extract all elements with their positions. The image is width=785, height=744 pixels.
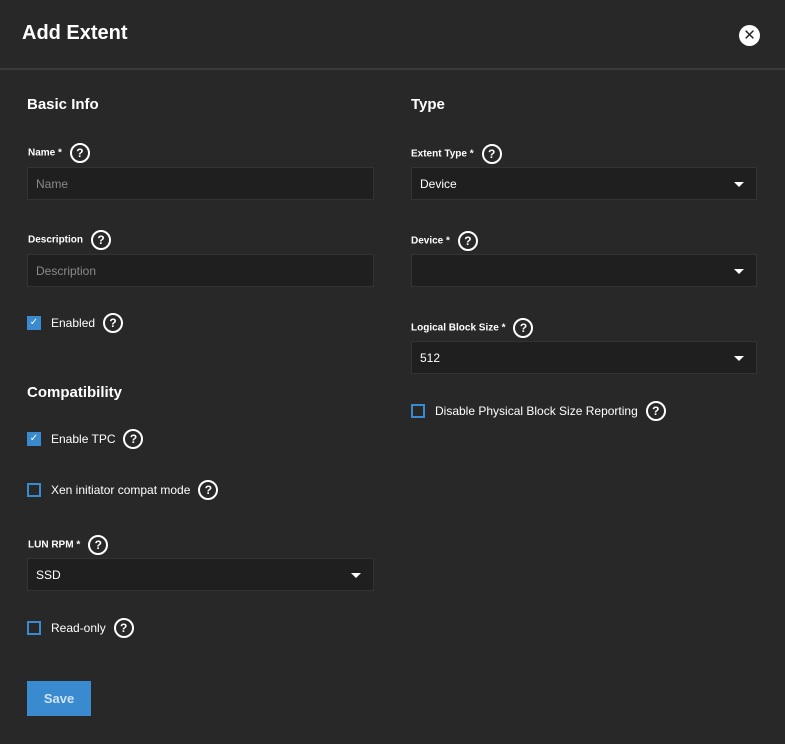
caret-down-icon: [734, 356, 744, 361]
logical-block-size-select[interactable]: 512: [411, 341, 757, 374]
enable-tpc-label: Enable TPC: [51, 432, 116, 446]
logical-block-size-label-row: Logical Block Size *?: [411, 318, 534, 338]
extent-type-select[interactable]: Device: [411, 167, 757, 200]
caret-down-icon: [734, 269, 744, 274]
read-only-label: Read-only: [51, 621, 106, 635]
logical-block-size-value: 512: [420, 351, 441, 365]
extent-type-label-row: Extent Type *?: [411, 144, 502, 164]
logical-block-size-label: Logical Block Size *: [411, 322, 506, 334]
enabled-label: Enabled: [51, 316, 96, 330]
name-label-row: Name *?: [28, 143, 90, 163]
save-button[interactable]: Save: [27, 681, 91, 716]
basic-info-heading: Basic Info: [27, 96, 99, 113]
xen-compat-row: Xen initiator compat mode ?: [27, 480, 219, 500]
enabled-row: Enabled ?: [27, 313, 124, 333]
caret-down-icon: [351, 573, 361, 578]
read-only-checkbox[interactable]: [27, 621, 41, 635]
read-only-row: Read-only ?: [27, 618, 134, 638]
help-circle-icon[interactable]: ?: [91, 230, 112, 250]
lun-rpm-label: LUN RPM *: [28, 539, 81, 551]
help-circle-icon[interactable]: ?: [113, 618, 134, 638]
help-circle-icon[interactable]: ?: [198, 480, 219, 500]
device-label: Device *: [411, 235, 450, 247]
description-label-row: Description?: [28, 230, 112, 250]
help-circle-icon[interactable]: ?: [103, 313, 124, 333]
help-circle-icon[interactable]: ?: [457, 231, 478, 251]
disable-pbs-label: Disable Physical Block Size Reporting: [435, 404, 638, 418]
enable-tpc-checkbox[interactable]: [27, 432, 41, 446]
description-input[interactable]: [27, 254, 374, 287]
help-circle-icon[interactable]: ?: [123, 429, 144, 449]
device-select[interactable]: [411, 254, 757, 287]
help-circle-icon[interactable]: ?: [481, 144, 502, 164]
caret-down-icon: [734, 182, 744, 187]
close-icon[interactable]: ✕: [739, 25, 760, 46]
enable-tpc-row: Enable TPC ?: [27, 429, 144, 449]
enabled-checkbox[interactable]: [27, 316, 41, 330]
extent-type-value: Device: [420, 177, 457, 191]
xen-compat-checkbox[interactable]: [27, 483, 41, 497]
extent-type-label: Extent Type *: [411, 148, 474, 160]
disable-pbs-row: Disable Physical Block Size Reporting ?: [411, 401, 666, 421]
description-label: Description: [28, 234, 84, 246]
lun-rpm-select[interactable]: SSD: [27, 558, 374, 591]
name-label: Name *: [28, 147, 62, 159]
lun-rpm-value: SSD: [36, 568, 61, 582]
name-input[interactable]: [27, 167, 374, 200]
help-circle-icon[interactable]: ?: [88, 535, 109, 555]
help-circle-icon[interactable]: ?: [69, 143, 90, 163]
dialog-title: Add Extent: [22, 22, 128, 44]
device-label-row: Device *?: [411, 231, 478, 251]
type-heading: Type: [411, 96, 445, 113]
disable-pbs-checkbox[interactable]: [411, 404, 425, 418]
lun-rpm-label-row: LUN RPM *?: [28, 535, 109, 555]
xen-compat-label: Xen initiator compat mode: [51, 483, 191, 497]
dialog-header: Add Extent ✕: [0, 0, 785, 70]
help-circle-icon[interactable]: ?: [513, 318, 534, 338]
compatibility-heading: Compatibility: [27, 384, 123, 401]
help-circle-icon[interactable]: ?: [645, 401, 666, 421]
